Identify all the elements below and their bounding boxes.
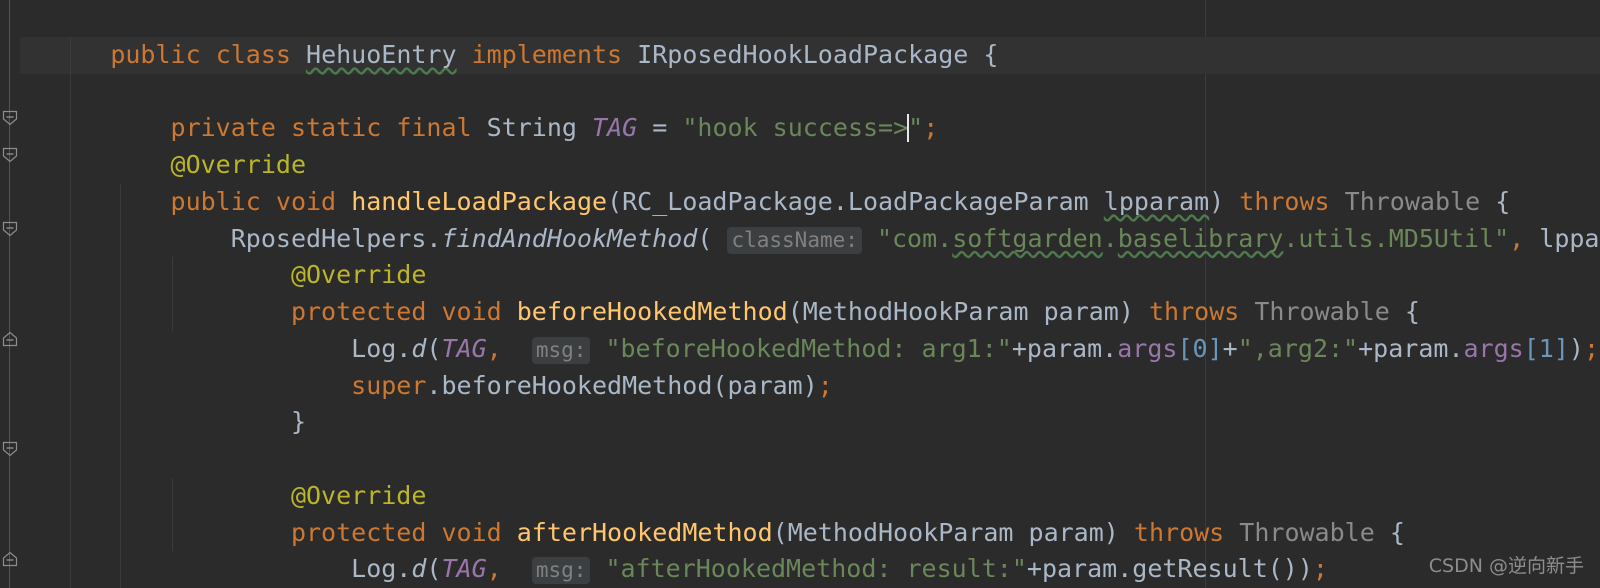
code-line-text: @Override bbox=[170, 150, 306, 179]
code-line[interactable]: protected void afterHookedMethod(MethodH… bbox=[0, 441, 1600, 547]
code-line-text: @Override bbox=[290, 480, 427, 510]
code-line-text: } bbox=[290, 407, 306, 437]
code-line-text: protected void beforeHookedMethod(Method… bbox=[290, 297, 1420, 326]
fold-open-icon[interactable] bbox=[1, 441, 19, 457]
inlay-hint-msg: msg: bbox=[531, 557, 591, 585]
code-line-text: super.beforeHookedMethod(param); bbox=[351, 370, 833, 400]
fold-close-icon[interactable] bbox=[1, 331, 19, 347]
csdn-watermark: CSDN @逆向新手 bbox=[1428, 555, 1584, 577]
code-line[interactable]: public class HehuoEntry implements IRpos… bbox=[0, 0, 1600, 69]
code-line-text: protected void afterHookedMethod(MethodH… bbox=[290, 517, 1405, 547]
code-text-area[interactable]: public class HehuoEntry implements IRpos… bbox=[0, 0, 1600, 588]
code-line-text: public class HehuoEntry implements IRpos… bbox=[110, 39, 999, 69]
code-line-text: private static final String TAG = "hook … bbox=[170, 113, 939, 143]
code-line-text: Log.d(TAG, msg: "beforeHookedMethod: arg… bbox=[351, 333, 1600, 364]
code-line-text: @Override bbox=[290, 260, 427, 290]
fold-rail-line bbox=[9, 0, 10, 588]
inlay-hint-classname: className: bbox=[727, 226, 862, 254]
fold-open-icon[interactable] bbox=[1, 147, 19, 163]
inlay-hint-msg: msg: bbox=[531, 336, 591, 364]
code-line-text: public void handleLoadPackage(RC_LoadPac… bbox=[170, 186, 1511, 216]
code-line[interactable]: @Override bbox=[0, 73, 1600, 179]
code-editor[interactable]: public class HehuoEntry implements IRpos… bbox=[0, 0, 1600, 588]
fold-close-icon[interactable] bbox=[1, 551, 19, 567]
code-line-text: Log.d(TAG, msg: "afterHookedMethod: resu… bbox=[351, 554, 1328, 585]
fold-open-icon[interactable] bbox=[1, 110, 19, 126]
editor-gutter[interactable] bbox=[0, 0, 20, 588]
fold-open-icon[interactable] bbox=[1, 221, 19, 237]
code-line-text: RposedHelpers.findAndHookMethod( classNa… bbox=[230, 223, 1600, 254]
